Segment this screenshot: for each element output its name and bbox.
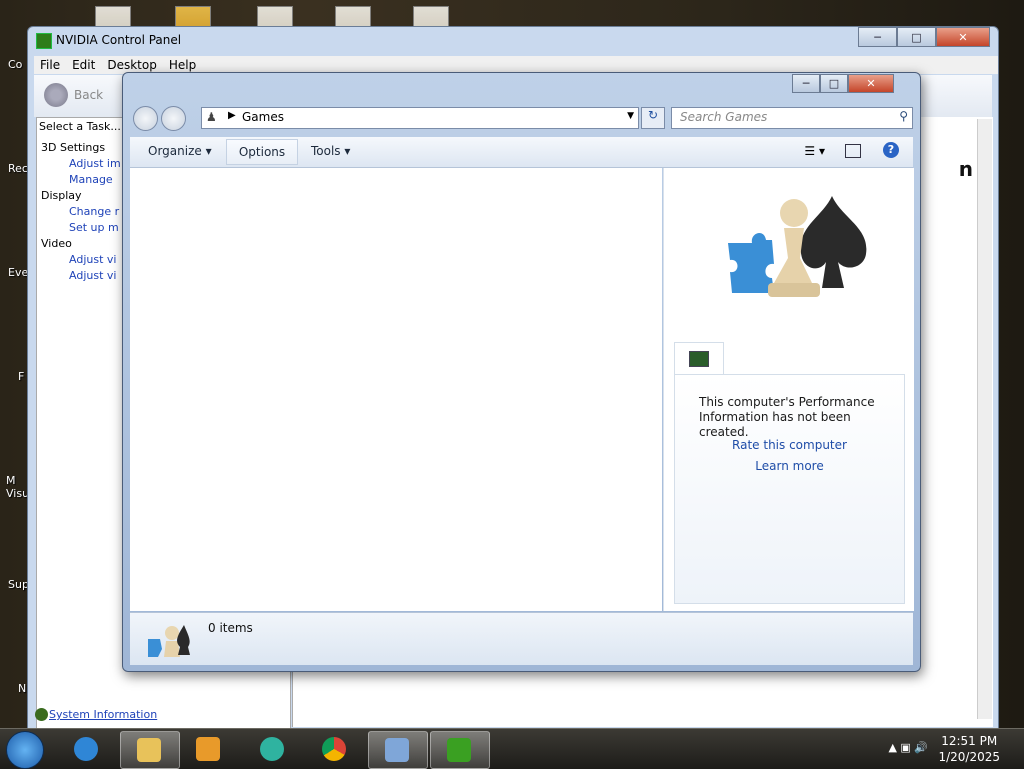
menu-desktop[interactable]: Desktop bbox=[107, 58, 157, 72]
maximize-button[interactable]: □ bbox=[897, 27, 936, 47]
search-input[interactable]: Search Games ⚲ bbox=[671, 107, 913, 129]
address-bar[interactable]: ♟ ▶ Games ▼ bbox=[201, 107, 639, 129]
taskbar-nvidia[interactable] bbox=[430, 731, 490, 769]
back-button[interactable] bbox=[133, 106, 158, 131]
window-title: NVIDIA Control Panel bbox=[56, 33, 182, 47]
taskbar-app[interactable] bbox=[244, 731, 302, 767]
desktop-icon-computer[interactable]: Co bbox=[8, 58, 22, 71]
desktop-icon-eve[interactable]: Eve bbox=[8, 266, 28, 279]
desktop-icon-recycle[interactable]: Rec bbox=[8, 162, 28, 175]
item-count: 0 items bbox=[208, 621, 253, 635]
games-list-area[interactable] bbox=[130, 168, 662, 611]
close-button[interactable]: ✕ bbox=[848, 74, 894, 93]
menu-file[interactable]: File bbox=[40, 58, 60, 72]
tree-category-3d-settings[interactable]: 3D Settings bbox=[41, 140, 121, 156]
clock-date: 1/20/2025 bbox=[938, 750, 1000, 764]
clock-time: 12:51 PM bbox=[941, 734, 998, 748]
details-pane: This computer's Performance Information … bbox=[663, 168, 914, 611]
minimize-button[interactable]: ─ bbox=[792, 74, 820, 93]
select-task-label: Select a Task... bbox=[39, 120, 121, 133]
tree-item[interactable]: Manage bbox=[41, 172, 121, 188]
taskbar-file-explorer[interactable] bbox=[120, 731, 180, 769]
tree-item[interactable]: Set up m bbox=[41, 220, 121, 236]
tree-item[interactable]: Adjust vi bbox=[41, 252, 121, 268]
search-placeholder: Search Games bbox=[680, 110, 768, 124]
system-tray[interactable]: ▲ ▣ 🔊 bbox=[888, 741, 928, 754]
system-info-icon bbox=[35, 708, 48, 721]
command-bar: Organize ▾ Options Tools ▾ ☰ ▾ ? bbox=[130, 137, 913, 168]
view-icon[interactable]: ☰ ▾ bbox=[804, 144, 825, 158]
clock[interactable]: 12:51 PM 1/20/2025 bbox=[938, 733, 1000, 765]
taskbar-chrome[interactable] bbox=[306, 731, 364, 767]
taskbar-internet-explorer[interactable] bbox=[58, 731, 116, 767]
taskbar-media-player[interactable] bbox=[180, 731, 238, 767]
menu-edit[interactable]: Edit bbox=[72, 58, 95, 72]
back-icon[interactable] bbox=[44, 83, 68, 107]
tree-item[interactable]: Change r bbox=[41, 204, 121, 220]
back-button[interactable]: Back bbox=[74, 88, 103, 102]
maximize-button[interactable]: □ bbox=[820, 74, 848, 93]
breadcrumb-games[interactable]: Games bbox=[242, 110, 284, 124]
tree-category-display[interactable]: Display bbox=[41, 188, 121, 204]
games-logo-icon bbox=[728, 196, 867, 297]
desktop-icon-f[interactable]: F bbox=[18, 370, 24, 383]
tree-item[interactable]: Adjust im bbox=[41, 156, 121, 172]
task-tree: 3D Settings Adjust im Manage Display Cha… bbox=[41, 140, 121, 284]
taskbar-control-panel[interactable] bbox=[368, 731, 428, 769]
organize-button[interactable]: Organize ▾ bbox=[148, 144, 212, 158]
rate-computer-link[interactable]: Rate this computer bbox=[675, 438, 904, 452]
preview-pane-icon[interactable] bbox=[845, 144, 861, 158]
performance-message: This computer's Performance Information … bbox=[699, 395, 875, 439]
close-button[interactable]: ✕ bbox=[936, 27, 990, 47]
nvidia-logo: n bbox=[958, 157, 973, 181]
tree-item[interactable]: Adjust vi bbox=[41, 268, 121, 284]
minimize-button[interactable]: ─ bbox=[858, 27, 897, 47]
options-button[interactable]: Options bbox=[226, 139, 298, 165]
performance-monitor-icon bbox=[689, 351, 709, 367]
tools-button[interactable]: Tools ▾ bbox=[311, 144, 350, 158]
start-button[interactable] bbox=[6, 731, 44, 769]
performance-tab[interactable] bbox=[674, 342, 724, 375]
desktop-icon-n[interactable]: N bbox=[18, 682, 26, 695]
learn-more-link[interactable]: Learn more bbox=[675, 459, 904, 473]
desktop-icon-sup[interactable]: Sup bbox=[8, 578, 29, 591]
vertical-scrollbar[interactable] bbox=[977, 119, 992, 719]
nvidia-app-icon bbox=[36, 33, 52, 49]
games-explorer-window: ─ □ ✕ ♟ ▶ Games ▼ ↻ Search Games ⚲ Organ… bbox=[122, 72, 921, 672]
forward-button[interactable] bbox=[161, 106, 186, 131]
chevron-down-icon[interactable]: ▼ bbox=[627, 111, 634, 121]
menu-help[interactable]: Help bbox=[169, 58, 196, 72]
breadcrumb-arrow-icon[interactable]: ▶ bbox=[228, 110, 236, 121]
search-icon[interactable]: ⚲ bbox=[899, 109, 908, 123]
system-information-link[interactable]: System Information bbox=[49, 708, 157, 721]
refresh-button[interactable]: ↻ bbox=[641, 107, 665, 129]
tree-category-video[interactable]: Video bbox=[41, 236, 121, 252]
performance-info-box: This computer's Performance Information … bbox=[674, 374, 905, 604]
help-icon[interactable]: ? bbox=[883, 142, 899, 158]
status-bar: 0 items bbox=[130, 612, 913, 665]
games-folder-icon: ♟ bbox=[206, 110, 217, 124]
games-small-icon bbox=[148, 625, 190, 657]
taskbar: ▲ ▣ 🔊 12:51 PM 1/20/2025 bbox=[0, 728, 1024, 769]
